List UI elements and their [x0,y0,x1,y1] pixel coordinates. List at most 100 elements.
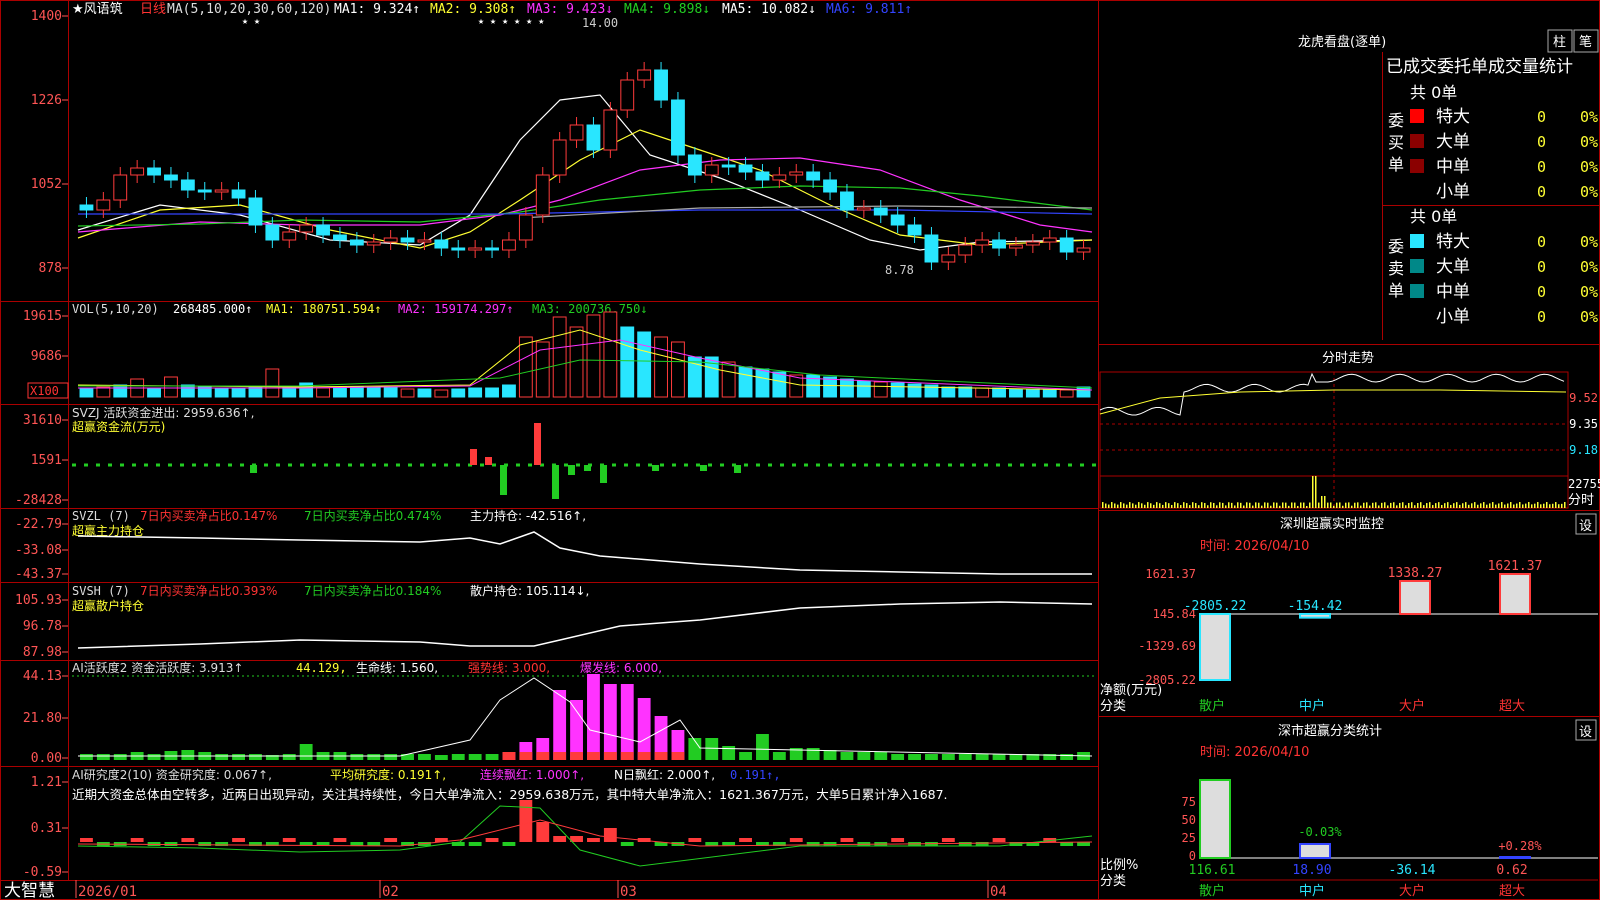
intraday-vol-bar [1318,502,1320,508]
volume-panel[interactable]: VOL(5,10,20) 268485.000↑ MA1: 180751.594… [23,302,1093,399]
row-swatch [1410,109,1424,123]
btn-zhu[interactable]: 柱 [1553,35,1566,50]
intraday-vol-bar [1345,502,1347,508]
intraday-vol-bar [1513,504,1515,508]
intraday-vol-bar [1477,504,1479,508]
candle-body [96,199,111,211]
candle-body [873,207,888,216]
intraday-vol-bar [1426,503,1428,508]
candle-body [282,231,297,241]
row-pct: 0% [1580,133,1598,151]
intraday-vol-bar [1135,504,1137,508]
row-name: 大单 [1436,132,1470,152]
candle-body [214,189,229,193]
sz-monitor-settings-button[interactable]: 设 [1579,519,1592,534]
intraday-vol-bar [1423,505,1425,508]
y-tick: 1.21 [31,775,62,790]
y-tick: 87.98 [23,645,62,660]
intraday-vol-bar [1270,505,1272,508]
svzj-bar [652,465,659,471]
svsh-line [77,601,1093,649]
ai1-bar [739,752,752,760]
candle-body [586,124,601,151]
svsh-b: 7日内买卖净占比0.184% [304,583,441,598]
candle-body [333,234,347,241]
sz-monitor-time: 时间: 2026/04/10 [1200,539,1309,554]
candle-body [299,224,314,233]
ai-activity-panel[interactable]: AI活跃度2 资金活跃度: 3.913↑ 44.129, 生命线: 1.560,… [23,660,1096,766]
btn-bi[interactable]: 笔 [1579,34,1592,50]
svsh-panel[interactable]: SVSH (7) 7日内买卖净占比0.393% 7日内买卖净占比0.184% 散… [15,583,1093,660]
ai2-v2: 平均研究度: 0.191↑, [330,767,446,782]
candle-body [552,139,567,176]
buy-total: 共 0单 [1410,83,1457,102]
ai2-bar [806,842,820,846]
ai2-bar [891,838,905,842]
intraday-vol-bar [1450,504,1452,508]
y-tick: 1226 [31,93,62,108]
ai2-bar [536,822,550,842]
lhb-tabs-line[interactable]: 已成交委托单成交量统计 [1386,57,1573,77]
intraday-vol-bar [1120,502,1122,508]
intraday-vol-bar [1342,505,1344,508]
candle-body [451,247,466,251]
date-label: 04 [990,884,1007,900]
kline-panel[interactable]: ★风语筑 日线 MA(5,10,20,30,60,120) MA1: 9.324… [31,1,1093,277]
intraday-y-tick: 9.18 [1569,443,1598,457]
vol-legend-item: MA3: 200736.750↓ [532,302,648,316]
svzl-panel[interactable]: SVZL (7) 7日内买卖净占比0.147% 7日内买卖净占比0.474% 主… [15,508,1092,582]
intraday-vol-bar [1558,504,1560,508]
kline-y-axis: 1400 1226 1052 878 [31,9,68,276]
ai2-bar [80,838,93,842]
intraday-vol-bar [1414,505,1416,508]
intraday-vol-bar [1543,503,1545,508]
volume-bar [721,361,736,398]
row-name: 大单 [1436,257,1470,277]
ai1-bar [299,744,313,760]
period-label[interactable]: 日线 [140,2,166,17]
candle-body [975,239,990,246]
candle-body [654,69,668,101]
ai1-bar [958,754,972,760]
volume-bar [434,389,449,398]
ai1-bar [485,754,499,760]
intraday-panel[interactable]: 分时走势 9.52 9.35 9.18 22755 分时 [1099,350,1600,509]
ai1-bar-red [587,752,600,760]
lhb-panel[interactable]: 龙虎看盘(逐单) 柱 笔 已成交委托单成交量统计 共 0单 委买单 特大 0 0% 大… [1298,29,1599,327]
ai2-bar [992,838,1006,842]
intraday-vol-bar [1156,502,1158,508]
candle-body [417,239,432,243]
sz-monitor-category: 散户 [1199,698,1225,714]
intraday-vol-bar [1171,504,1173,508]
y-tick: 1400 [31,9,62,24]
ai1-bar [941,754,955,760]
sz-stats-panel[interactable]: 深市超赢分类统计 设 时间: 2026/04/10 75 50 25 0 -0.03%… [1100,719,1598,899]
ai2-y-axis: 1.21 0.31 -0.59 [23,775,68,880]
intraday-vol-bar [1192,502,1194,508]
ai2-bar [823,842,837,846]
row-count: 0 [1537,233,1546,251]
volume-bar [451,388,466,398]
ai-research-panel[interactable]: AI研究度2(10) 资金研究度: 0.067↑, 平均研究度: 0.191↑,… [23,767,1093,880]
intraday-vol-bar [1273,502,1275,508]
row-name: 中单 [1436,157,1470,177]
ai1-bar [620,684,634,760]
intraday-vol-bar [1123,503,1125,508]
intraday-vol-bar [1492,502,1494,508]
candles [79,62,1091,270]
volume-bar [1059,389,1074,398]
ai1-bar-red [570,752,583,760]
intraday-vol-bar [1213,502,1215,508]
intraday-vol-bar [1285,502,1287,508]
row-swatch [1410,284,1424,298]
candle-body [485,247,499,251]
candle-body [620,79,635,111]
y-tick: -0.59 [23,865,62,880]
ai1-bar [840,752,854,760]
sz-monitor-panel[interactable]: 深圳超赢实时监控 设 时间: 2026/04/10 1621.37145.84-… [1100,513,1598,714]
svzj-panel[interactable]: SVZJ 活跃资金进出: 2959.636↑, 超赢资金流(万元) 31610 1… [15,405,1096,508]
candle-body [840,191,854,211]
sz-stats-settings-button[interactable]: 设 [1579,725,1592,740]
volume-bar [772,371,787,398]
volume-bar [755,368,770,398]
